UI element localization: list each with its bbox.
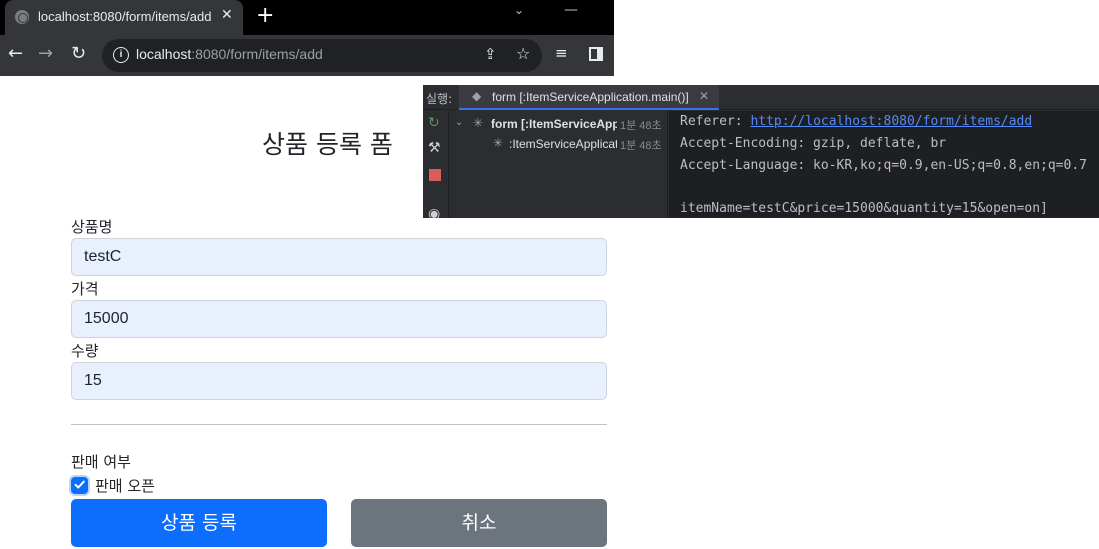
browser-tab-bar: localhost:8080/form/items/add ✕ + ⌄ — bbox=[0, 0, 614, 35]
checkmark-icon bbox=[74, 480, 85, 489]
quantity-label: 수량 bbox=[71, 342, 99, 360]
site-info-icon[interactable]: i bbox=[113, 47, 129, 63]
stop-icon[interactable] bbox=[429, 169, 441, 181]
forward-arrow-icon[interactable]: → bbox=[38, 43, 53, 64]
bookmark-star-icon[interactable]: ☆ bbox=[516, 44, 530, 63]
reload-icon[interactable]: ↻ bbox=[71, 43, 86, 64]
url-path: :8080/form/items/add bbox=[191, 46, 323, 62]
new-tab-icon[interactable]: + bbox=[256, 3, 274, 28]
divider bbox=[71, 424, 607, 425]
run-config-tab[interactable]: ◆ form [:ItemServiceApplication.main()] … bbox=[459, 85, 719, 110]
quantity-input[interactable]: 15 bbox=[71, 362, 607, 400]
back-arrow-icon[interactable]: ← bbox=[8, 43, 23, 64]
tree-item-time: 1분 48초 bbox=[620, 120, 662, 132]
run-tab-title: form [:ItemServiceApplication.main()] bbox=[492, 90, 689, 104]
rerun-icon[interactable]: ↻ bbox=[428, 115, 440, 131]
chevron-down-icon[interactable]: ⌄ bbox=[455, 117, 463, 128]
tree-item-label: form [:ItemServiceApp bbox=[491, 117, 617, 131]
referer-link[interactable]: http://localhost:8080/form/items/add bbox=[750, 114, 1032, 129]
item-name-input[interactable]: testC bbox=[71, 238, 607, 276]
referer-label: Referer: bbox=[680, 114, 751, 129]
console-line-body: itemName=testC&price=15000&quantity=15&o… bbox=[680, 201, 1048, 216]
run-label: 실행: bbox=[426, 92, 453, 106]
url-host: localhost bbox=[136, 46, 192, 62]
browser-tab-active[interactable]: localhost:8080/form/items/add ✕ bbox=[5, 0, 243, 35]
submit-button[interactable]: 상품 등록 bbox=[71, 499, 327, 547]
spinner-icon: ✳ bbox=[473, 116, 484, 130]
sale-status-label: 판매 여부 bbox=[71, 453, 131, 471]
address-bar[interactable]: i localhost:8080/form/items/add ⇪ ☆ bbox=[102, 39, 542, 72]
console-line-referer: Referer: http://localhost:8080/form/item… bbox=[680, 114, 1032, 129]
tree-item-application[interactable]: ✳ :ItemServiceApplicat 1분 48초 bbox=[450, 135, 667, 155]
open-checkbox-label[interactable]: 판매 오픈 bbox=[95, 475, 155, 496]
price-input[interactable]: 15000 bbox=[71, 300, 607, 338]
chevron-down-icon[interactable]: ⌄ bbox=[514, 3, 524, 17]
cancel-button[interactable]: 취소 bbox=[351, 499, 607, 547]
console-line-accept-encoding: Accept-Encoding: gzip, deflate, br bbox=[680, 136, 947, 151]
ide-run-panel: 실행: ◆ form [:ItemServiceApplication.main… bbox=[423, 85, 1099, 218]
eye-icon[interactable]: ◉ bbox=[428, 206, 440, 218]
share-icon[interactable]: ⇪ bbox=[484, 45, 497, 63]
run-tab-close-icon[interactable]: ✕ bbox=[699, 89, 709, 103]
tree-item-form[interactable]: ⌄ ✳ form [:ItemServiceApp 1분 48초 bbox=[450, 115, 667, 135]
open-checkbox[interactable] bbox=[71, 477, 88, 494]
tree-item-time: 1분 48초 bbox=[620, 140, 662, 152]
tab-close-icon[interactable]: ✕ bbox=[221, 7, 233, 23]
ide-run-header: 실행: ◆ form [:ItemServiceApplication.main… bbox=[423, 85, 1099, 110]
tree-item-label: :ItemServiceApplicat bbox=[509, 137, 617, 151]
wrench-icon[interactable]: ⚒ bbox=[428, 140, 441, 156]
spring-boot-icon: ◆ bbox=[472, 89, 482, 103]
url-text: localhost:8080/form/items/add bbox=[136, 46, 323, 62]
side-panel-icon[interactable] bbox=[589, 47, 603, 61]
price-label: 가격 bbox=[71, 280, 99, 298]
run-tree: ⌄ ✳ form [:ItemServiceApp 1분 48초 ✳ :Item… bbox=[450, 111, 668, 218]
media-control-icon[interactable]: ≡ bbox=[555, 44, 568, 62]
page-title: 상품 등록 폼 bbox=[262, 130, 393, 159]
globe-icon bbox=[15, 10, 29, 24]
console-line-accept-language: Accept-Language: ko-KR,ko;q=0.9,en-US;q=… bbox=[680, 158, 1087, 173]
item-name-label: 상품명 bbox=[71, 218, 113, 236]
spinner-icon: ✳ bbox=[493, 136, 504, 150]
browser-toolbar: ← → ↻ i localhost:8080/form/items/add ⇪ … bbox=[0, 35, 614, 76]
run-toolbar: ↻ ⚒ ◉ bbox=[423, 111, 449, 218]
console-output: Referer: http://localhost:8080/form/item… bbox=[669, 111, 1099, 218]
minimize-icon[interactable]: — bbox=[564, 2, 578, 18]
tab-title: localhost:8080/form/items/add bbox=[38, 9, 212, 24]
